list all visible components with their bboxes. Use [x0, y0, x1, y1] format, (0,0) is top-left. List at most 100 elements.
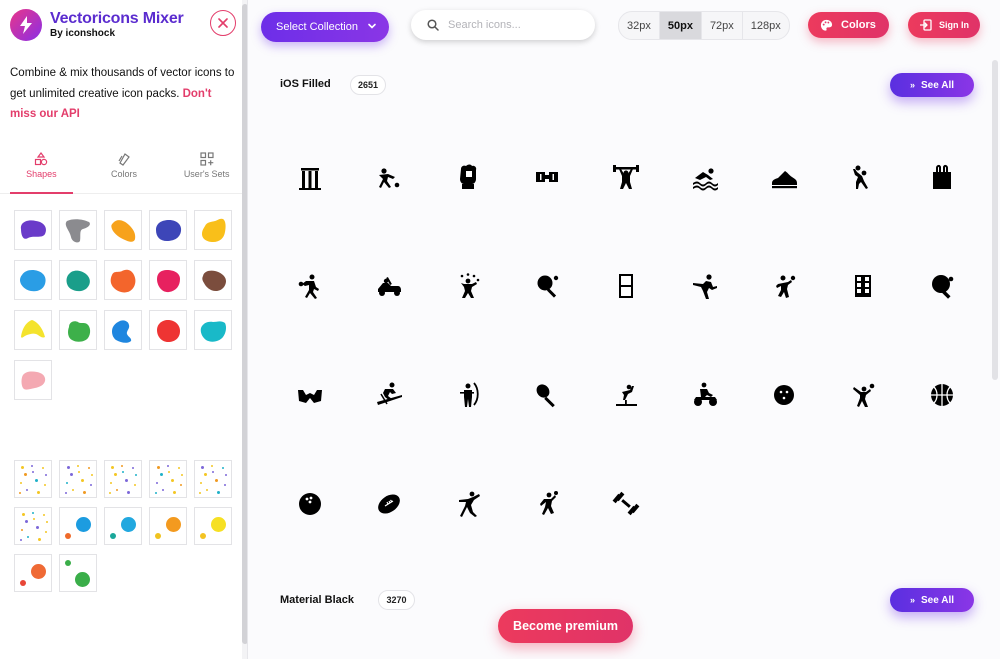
size-option-128px[interactable]: 128px — [743, 12, 789, 39]
pattern-swatch[interactable] — [194, 460, 232, 498]
size-option-72px[interactable]: 72px — [702, 12, 743, 39]
confetti-dot — [121, 465, 123, 467]
shape-swatch[interactable] — [59, 260, 97, 300]
select-collection-dropdown[interactable]: Select Collection — [261, 12, 389, 42]
confetti-dot — [91, 474, 93, 476]
shape-swatch[interactable] — [59, 210, 97, 250]
see-all-button[interactable]: » See All — [890, 588, 974, 612]
close-sidebar-button[interactable] — [210, 10, 236, 36]
shape-swatch[interactable] — [149, 310, 187, 350]
shape-swatch[interactable] — [14, 210, 52, 250]
tab-colors[interactable]: Colors — [83, 148, 166, 193]
confetti-dot — [43, 514, 45, 516]
icon-tile[interactable] — [428, 360, 507, 430]
icon-tile[interactable] — [349, 469, 428, 539]
search-input[interactable] — [448, 19, 588, 31]
icon-tile[interactable] — [270, 469, 349, 539]
shape-swatch[interactable] — [14, 360, 52, 400]
icon-tile[interactable] — [744, 360, 823, 430]
atv-rider-icon — [693, 382, 717, 406]
sidebar-scrollbar[interactable] — [242, 0, 247, 659]
icon-tile[interactable] — [507, 469, 586, 539]
pattern-swatch[interactable] — [149, 460, 187, 498]
pattern-swatch[interactable] — [59, 554, 97, 592]
icon-tile[interactable] — [902, 360, 981, 430]
icon-tile[interactable] — [428, 251, 507, 321]
shape-swatch[interactable] — [149, 210, 187, 250]
icon-tile[interactable] — [665, 251, 744, 321]
confetti-dot — [127, 491, 130, 494]
icon-tile[interactable] — [349, 142, 428, 212]
icon-tile[interactable] — [270, 142, 349, 212]
shape-swatch[interactable] — [14, 310, 52, 350]
volleyball-spike-icon — [852, 383, 874, 407]
sign-in-button[interactable]: Sign In — [908, 12, 980, 38]
confetti-dot — [24, 473, 27, 476]
blob-shape-icon — [21, 319, 45, 338]
size-option-32px[interactable]: 32px — [619, 12, 660, 39]
tab-user-s-sets[interactable]: User's Sets — [165, 148, 247, 193]
icon-tile[interactable] — [902, 142, 981, 212]
icon-tile[interactable] — [586, 142, 665, 212]
icon-tile[interactable] — [586, 469, 665, 539]
sidebar-scroll-thumb[interactable] — [242, 4, 247, 644]
icon-tile[interactable] — [823, 142, 902, 212]
pattern-swatch[interactable] — [14, 554, 52, 592]
confetti-dot — [67, 466, 70, 469]
icon-tile[interactable] — [507, 251, 586, 321]
icon-tile[interactable] — [270, 251, 349, 321]
icon-tile[interactable] — [270, 360, 349, 430]
pattern-swatch[interactable] — [59, 460, 97, 498]
size-option-50px[interactable]: 50px — [659, 12, 702, 39]
blob-shape-icon — [202, 270, 226, 291]
icon-tile[interactable] — [902, 251, 981, 321]
main-scrollbar-thumb[interactable] — [992, 60, 998, 380]
pattern-swatch[interactable] — [149, 507, 187, 545]
pattern-swatch[interactable] — [14, 460, 52, 498]
shape-swatch[interactable] — [194, 260, 232, 300]
search-box[interactable] — [411, 10, 595, 40]
icon-tile[interactable] — [586, 360, 665, 430]
swimming-icon — [692, 168, 718, 191]
icon-tile[interactable] — [744, 251, 823, 321]
palette-icon — [820, 19, 833, 31]
icon-tile[interactable] — [586, 251, 665, 321]
see-all-label: See All — [921, 594, 954, 606]
shape-swatch[interactable] — [104, 210, 142, 250]
see-all-button[interactable]: » See All — [890, 73, 974, 97]
colors-label: Colors — [841, 19, 876, 31]
shape-swatch[interactable] — [59, 310, 97, 350]
icon-tile[interactable] — [428, 142, 507, 212]
confetti-dot — [21, 466, 24, 469]
icon-tile[interactable] — [507, 360, 586, 430]
pattern-swatch[interactable] — [104, 507, 142, 545]
icon-tile[interactable] — [823, 360, 902, 430]
shape-swatch[interactable] — [194, 310, 232, 350]
pattern-swatch[interactable] — [59, 507, 97, 545]
pattern-swatch[interactable] — [14, 507, 52, 545]
go-kart-icon — [377, 277, 401, 296]
tab-shapes[interactable]: Shapes — [0, 148, 83, 194]
pattern-swatch[interactable] — [194, 507, 232, 545]
icon-tile[interactable] — [665, 142, 744, 212]
dancer-icon — [458, 491, 480, 517]
icon-tile[interactable] — [744, 142, 823, 212]
pattern-swatch[interactable] — [104, 460, 142, 498]
icon-tile[interactable] — [428, 469, 507, 539]
shape-swatch[interactable] — [194, 210, 232, 250]
shape-swatch[interactable] — [104, 260, 142, 300]
confetti-dot — [19, 492, 21, 494]
blob-shape-icon — [110, 269, 136, 292]
icon-tile[interactable] — [349, 360, 428, 430]
icon-tile[interactable] — [665, 360, 744, 430]
confetti-dot — [111, 466, 114, 469]
icon-tile[interactable] — [349, 251, 428, 321]
shape-swatch[interactable] — [14, 260, 52, 300]
icon-tile[interactable] — [823, 251, 902, 321]
icon-tile[interactable] — [507, 142, 586, 212]
chevron-down-icon — [368, 23, 376, 29]
become-premium-button[interactable]: Become premium — [498, 609, 633, 643]
colors-button[interactable]: Colors — [808, 12, 889, 38]
shape-swatch[interactable] — [104, 310, 142, 350]
shape-swatch[interactable] — [149, 260, 187, 300]
